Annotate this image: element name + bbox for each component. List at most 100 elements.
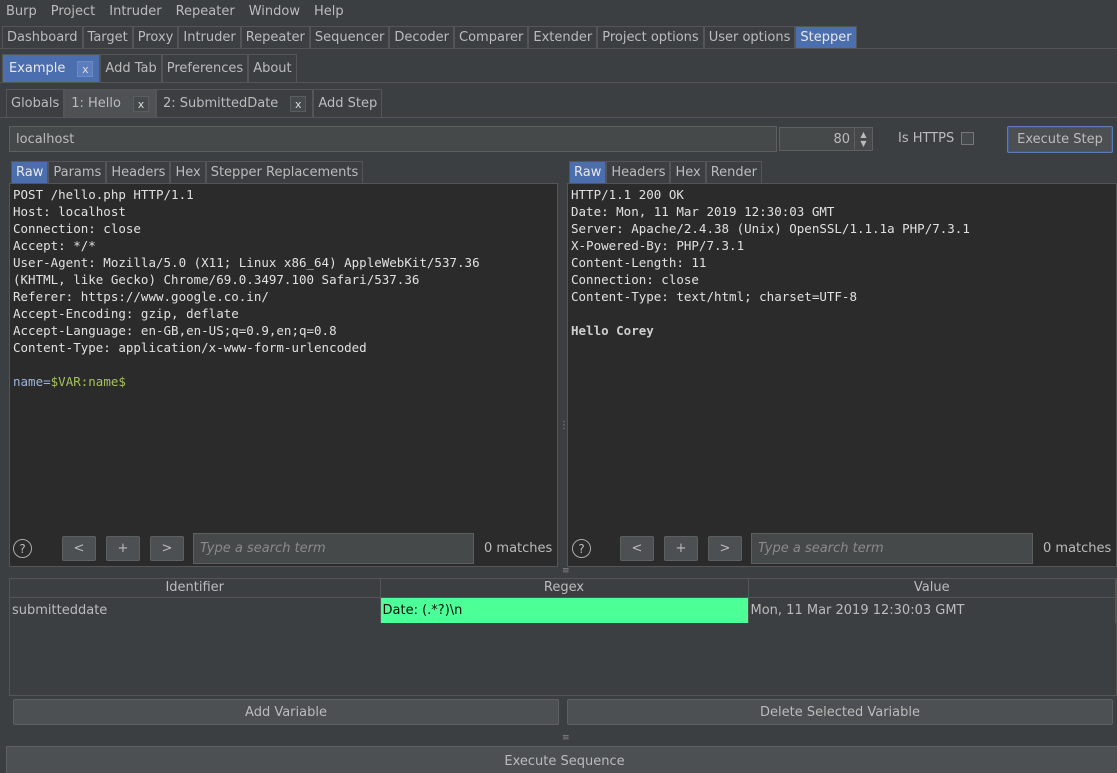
is-https-checkbox[interactable] <box>961 132 974 145</box>
request-match-count: 0 matches <box>484 541 553 556</box>
tab-stepper[interactable]: Stepper <box>795 26 857 48</box>
menu-help[interactable]: Help <box>314 4 344 19</box>
response-text[interactable]: HTTP/1.1 200 OK Date: Mon, 11 Mar 2019 12… <box>571 186 1113 322</box>
request-line: Accept: */* <box>13 238 96 253</box>
menu-project[interactable]: Project <box>51 4 95 19</box>
menu-intruder[interactable]: Intruder <box>109 4 161 19</box>
tab-comparer[interactable]: Comparer <box>454 26 529 48</box>
request-line: Host: localhost <box>13 204 126 219</box>
help-icon[interactable]: ? <box>572 539 591 558</box>
request-line: User-Agent: Mozilla/5.0 (X11; Linux x86_… <box>13 255 480 270</box>
tab-proxy[interactable]: Proxy <box>132 26 179 48</box>
menu-repeater[interactable]: Repeater <box>176 4 235 19</box>
tab-example-label: Example <box>9 61 66 76</box>
tab-step-1-label: 1: Hello <box>71 96 121 111</box>
menu-burp[interactable]: Burp <box>6 4 37 19</box>
add-tab-button[interactable]: Add Tab <box>100 54 162 82</box>
search-next-button[interactable]: > <box>150 536 184 561</box>
search-prev-button[interactable]: < <box>62 536 96 561</box>
tab-intruder[interactable]: Intruder <box>178 26 241 48</box>
column-identifier[interactable]: Identifier <box>10 579 381 598</box>
tab-sequencer[interactable]: Sequencer <box>309 26 390 48</box>
tab-repeater[interactable]: Repeater <box>240 26 310 48</box>
request-tabs: Raw Params Headers Hex Stepper Replacements <box>11 161 364 183</box>
port-spinner[interactable]: 80 ▲ ▼ <box>779 127 873 151</box>
request-search-input[interactable]: Type a search term <box>193 533 474 564</box>
request-line <box>13 356 554 373</box>
response-body: Hello Corey <box>571 323 654 338</box>
tab-step-1[interactable]: 1: Hello x <box>64 89 156 117</box>
port-value: 80 <box>833 131 850 147</box>
response-line: HTTP/1.1 200 OK <box>571 187 684 202</box>
menu-bar: Burp Project Intruder Repeater Window Help <box>0 0 1117 22</box>
close-icon[interactable]: x <box>77 60 94 77</box>
is-https-label: Is HTTPS <box>898 131 955 146</box>
response-tab-headers[interactable]: Headers <box>606 161 671 183</box>
request-line: Referer: https://www.google.co.in/ <box>13 289 269 304</box>
sequence-tab-bar: Example x Add Tab Preferences About <box>2 54 297 82</box>
search-add-button[interactable]: + <box>106 536 140 561</box>
tab-globals[interactable]: Globals <box>6 89 65 117</box>
request-text[interactable]: POST /hello.php HTTP/1.1 Host: localhost C… <box>13 186 554 373</box>
column-regex[interactable]: Regex <box>380 579 749 598</box>
request-line: Content-Type: application/x-www-form-url… <box>13 340 367 355</box>
search-next-button[interactable]: > <box>708 536 742 561</box>
tab-example[interactable]: Example x <box>2 54 101 82</box>
request-editor[interactable]: POST /hello.php HTTP/1.1 Host: localhost C… <box>9 183 558 567</box>
host-field[interactable]: localhost <box>9 126 777 152</box>
horizontal-splitter-handle[interactable]: ≡ <box>562 566 569 576</box>
execute-step-button[interactable]: Execute Step <box>1007 126 1113 153</box>
tab-step-2-label: 2: SubmittedDate <box>162 96 279 111</box>
add-step-button[interactable]: Add Step <box>313 89 383 117</box>
request-line: Accept-Encoding: gzip, deflate <box>13 306 239 321</box>
table-row[interactable]: submitteddate Date: (.*?)\n Mon, 11 Mar … <box>10 597 1116 623</box>
menu-window[interactable]: Window <box>249 4 300 19</box>
request-tab-headers[interactable]: Headers <box>106 161 171 183</box>
request-tab-hex[interactable]: Hex <box>170 161 206 183</box>
response-tab-hex[interactable]: Hex <box>670 161 706 183</box>
execute-sequence-button[interactable]: Execute Sequence <box>6 746 1117 773</box>
body-variable: $VAR:name$ <box>50 374 126 389</box>
request-line: Accept-Language: en-GB,en-US;q=0.9,en;q=… <box>13 323 337 338</box>
spinner-arrows-icon[interactable]: ▲ ▼ <box>854 128 872 150</box>
tab-about[interactable]: About <box>248 54 297 82</box>
search-add-button[interactable]: + <box>664 536 698 561</box>
request-tab-params[interactable]: Params <box>48 161 107 183</box>
response-line <box>571 305 1113 322</box>
response-search-input[interactable]: Type a search term <box>751 533 1033 564</box>
variables-table: Identifier Regex Value submitteddate Dat… <box>9 578 1117 696</box>
tab-dashboard[interactable]: Dashboard <box>2 26 83 48</box>
add-variable-button[interactable]: Add Variable <box>13 699 559 725</box>
response-tab-raw[interactable]: Raw <box>569 161 607 183</box>
tab-project-options[interactable]: Project options <box>597 26 704 48</box>
search-prev-button[interactable]: < <box>620 536 654 561</box>
tab-target[interactable]: Target <box>82 26 133 48</box>
vertical-splitter-handle[interactable]: ⋮ <box>559 420 569 431</box>
close-icon[interactable]: x <box>290 95 307 112</box>
response-line: Connection: close <box>571 272 699 287</box>
main-tab-bar: Dashboard Target Proxy Intruder Repeater Sequ… <box>2 26 857 48</box>
request-tab-raw[interactable]: Raw <box>11 161 49 183</box>
delete-variable-button[interactable]: Delete Selected Variable <box>567 699 1113 725</box>
close-icon[interactable]: x <box>132 95 149 112</box>
response-line: Server: Apache/2.4.38 (Unix) OpenSSL/1.1… <box>571 221 970 236</box>
column-value[interactable]: Value <box>748 579 1116 598</box>
tab-step-2[interactable]: 2: SubmittedDate x <box>155 89 314 117</box>
help-icon[interactable]: ? <box>13 539 32 558</box>
tab-user-options[interactable]: User options <box>703 26 796 48</box>
response-line: X-Powered-By: PHP/7.3.1 <box>571 238 745 253</box>
variable-identifier[interactable]: submitteddate <box>10 597 381 623</box>
response-tabs: Raw Headers Hex Render <box>569 161 762 183</box>
tab-preferences[interactable]: Preferences <box>161 54 249 82</box>
sequence-splitter-handle[interactable]: ≡ <box>562 733 569 743</box>
request-body: name=$VAR:name$ <box>13 373 554 390</box>
tab-extender[interactable]: Extender <box>528 26 598 48</box>
variable-value[interactable]: Mon, 11 Mar 2019 12:30:03 GMT <box>748 597 1116 623</box>
response-match-count: 0 matches <box>1043 541 1112 556</box>
tab-decoder[interactable]: Decoder <box>389 26 455 48</box>
request-tab-stepper-replacements[interactable]: Stepper Replacements <box>205 161 364 183</box>
step-tab-bar: Globals 1: Hello x 2: SubmittedDate x Ad… <box>6 89 383 117</box>
response-tab-render[interactable]: Render <box>705 161 762 183</box>
response-editor[interactable]: HTTP/1.1 200 OK Date: Mon, 11 Mar 2019 12… <box>567 183 1117 567</box>
variable-regex[interactable]: Date: (.*?)\n <box>380 597 749 623</box>
